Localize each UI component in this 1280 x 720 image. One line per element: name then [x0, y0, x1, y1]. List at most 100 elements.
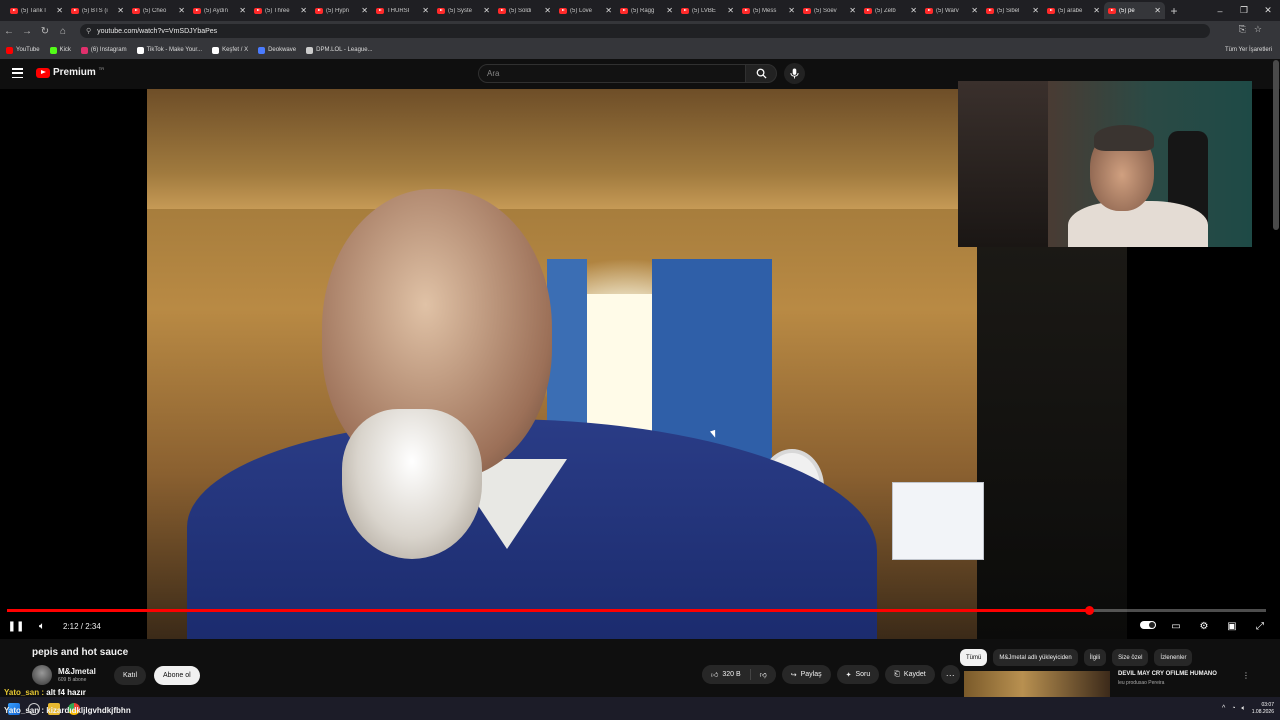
- browser-tab[interactable]: (5) Tank I ✕: [6, 2, 67, 19]
- recommended-title[interactable]: DEVIL MAY CRY OFILME HUMANO: [1118, 671, 1238, 677]
- more-actions-button[interactable]: ···: [940, 665, 960, 684]
- subscribe-button[interactable]: Abone ol: [154, 665, 200, 685]
- tab-close-icon[interactable]: ✕: [544, 6, 551, 15]
- video-player[interactable]: ❚❚ 🔈︎ 2:12 / 2:34 ▭ ⚙ ▣ ⤢: [0, 81, 1280, 639]
- bookmark-favicon-icon: [80, 46, 88, 54]
- browser-tab[interactable]: (5) Warv ✕: [921, 2, 982, 19]
- bookmark-item[interactable]: Kick: [49, 46, 71, 54]
- new-tab-button[interactable]: +: [1165, 4, 1183, 18]
- recommended-thumbnail[interactable]: [964, 671, 1110, 697]
- browser-tab[interactable]: (5) Aydın ✕: [189, 2, 250, 19]
- browser-tab[interactable]: THURSI ✕: [372, 2, 433, 19]
- browser-tab[interactable]: (5) Zelb ✕: [860, 2, 921, 19]
- tab-close-icon[interactable]: ✕: [178, 6, 185, 15]
- volume-tray-icon[interactable]: 🔈︎: [1242, 705, 1246, 713]
- dislike-button[interactable]: 👎︎: [750, 665, 776, 684]
- browser-tab[interactable]: (5) Soldi ✕: [494, 2, 555, 19]
- browser-tab[interactable]: (5) pe ✕: [1104, 2, 1165, 19]
- channel-avatar[interactable]: [32, 665, 52, 685]
- bookmark-item[interactable]: Keşfet / X: [212, 46, 248, 54]
- bookmark-star-icon[interactable]: ☆: [1254, 24, 1262, 35]
- browser-tab[interactable]: (5) Mess ✕: [738, 2, 799, 19]
- url-input[interactable]: ⚲ youtube.com/watch?v=VmSDJYbaPes: [80, 24, 1210, 38]
- browser-tab[interactable]: (5) Three ✕: [250, 2, 311, 19]
- channel-name[interactable]: M&Jmetal: [58, 667, 110, 676]
- tab-close-icon[interactable]: ✕: [483, 6, 490, 15]
- back-icon[interactable]: ←: [0, 26, 18, 37]
- tab-close-icon[interactable]: ✕: [910, 6, 917, 15]
- like-button[interactable]: 👍︎ 320 B: [702, 665, 750, 684]
- kebab-menu-icon[interactable]: ⋮: [1242, 671, 1250, 697]
- tab-close-icon[interactable]: ✕: [971, 6, 978, 15]
- bookmark-item[interactable]: (6) Instagram: [80, 46, 127, 54]
- bookmark-item[interactable]: TikTok - Make Your...: [136, 46, 202, 54]
- home-icon[interactable]: ⌂: [54, 26, 72, 37]
- restore-button[interactable]: ❐: [1232, 5, 1256, 16]
- browser-tab[interactable]: (5) arabe ✕: [1043, 2, 1104, 19]
- clock[interactable]: 03:07 1.08.2026: [1252, 702, 1274, 716]
- browser-tab[interactable]: (5) Syste ✕: [433, 2, 494, 19]
- page-scrollbar[interactable]: [1273, 60, 1279, 230]
- tab-close-icon[interactable]: ✕: [300, 6, 307, 15]
- progress-bar[interactable]: [7, 606, 1266, 615]
- browser-tab[interactable]: (5) Soev ✕: [799, 2, 860, 19]
- browser-tab[interactable]: (5) LVBE ✕: [677, 2, 738, 19]
- site-info-icon[interactable]: ⚲: [86, 27, 91, 35]
- youtube-premium-logo[interactable]: Premium TR: [36, 66, 104, 78]
- tab-close-icon[interactable]: ✕: [1032, 6, 1039, 15]
- network-icon[interactable]: ◔: [1231, 705, 1235, 712]
- tab-close-icon[interactable]: ✕: [1093, 6, 1100, 15]
- ask-button[interactable]: ✦ Soru: [836, 665, 880, 684]
- bookmark-item[interactable]: YouTube: [6, 46, 40, 54]
- browser-tab[interactable]: (5) BTS (i ✕: [67, 2, 128, 19]
- hamburger-menu-icon[interactable]: [12, 68, 23, 78]
- join-button[interactable]: Katıl: [114, 665, 147, 685]
- share-button[interactable]: ↪ Paylaş: [781, 665, 831, 684]
- recommended-video[interactable]: DEVIL MAY CRY OFILME HUMANO leu produsao…: [964, 671, 1264, 697]
- install-icon[interactable]: ⎘: [1239, 24, 1246, 35]
- pause-icon[interactable]: ❚❚: [3, 621, 29, 632]
- bookmark-favicon-icon: [258, 46, 266, 54]
- bookmark-item[interactable]: DPM.LOL - League...: [306, 46, 373, 54]
- bookmark-favicon-icon: [212, 46, 220, 54]
- tab-close-icon[interactable]: ✕: [666, 6, 673, 15]
- search-button[interactable]: [745, 64, 777, 83]
- browser-tab[interactable]: (5) Sibel ✕: [982, 2, 1043, 19]
- autoplay-toggle[interactable]: [1136, 620, 1160, 632]
- tab-close-icon[interactable]: ✕: [788, 6, 795, 15]
- filter-chip[interactable]: M&Jmetal adlı yükleyiciden: [993, 649, 1078, 666]
- subtitles-icon[interactable]: ▭: [1164, 621, 1188, 632]
- browser-tab[interactable]: (5) Hypn ✕: [311, 2, 372, 19]
- tab-close-icon[interactable]: ✕: [117, 6, 124, 15]
- miniplayer-icon[interactable]: ▣: [1220, 621, 1244, 632]
- tab-close-icon[interactable]: ✕: [1154, 6, 1161, 15]
- filter-chip[interactable]: İlgili: [1083, 649, 1107, 666]
- tab-close-icon[interactable]: ✕: [56, 6, 63, 15]
- filter-chip[interactable]: Tümü: [960, 649, 988, 666]
- browser-tab[interactable]: (5) Love ✕: [555, 2, 616, 19]
- settings-gear-icon[interactable]: ⚙: [1192, 621, 1216, 632]
- voice-search-button[interactable]: [784, 63, 805, 84]
- forward-icon[interactable]: →: [18, 26, 36, 37]
- search-input[interactable]: Ara: [478, 64, 746, 83]
- tray-chevron-icon[interactable]: ^: [1222, 705, 1225, 712]
- filter-chip[interactable]: İzlenenler: [1154, 649, 1193, 666]
- tab-close-icon[interactable]: ✕: [605, 6, 612, 15]
- save-button[interactable]: ⎗ Kaydet: [885, 665, 935, 684]
- bookmark-item[interactable]: Deokwave: [258, 46, 296, 54]
- fullscreen-icon[interactable]: ⤢: [1248, 621, 1272, 632]
- tab-close-icon[interactable]: ✕: [361, 6, 368, 15]
- volume-icon[interactable]: 🔈︎: [29, 621, 55, 632]
- all-bookmarks-link[interactable]: Tüm Yer İşaretleri: [1225, 47, 1272, 53]
- tab-close-icon[interactable]: ✕: [239, 6, 246, 15]
- sparkle-icon: ✦: [845, 671, 852, 679]
- close-window-button[interactable]: ✕: [1256, 5, 1280, 16]
- browser-tab[interactable]: (5) Cheo ✕: [128, 2, 189, 19]
- tab-close-icon[interactable]: ✕: [727, 6, 734, 15]
- minimize-button[interactable]: –: [1208, 6, 1232, 16]
- tab-close-icon[interactable]: ✕: [422, 6, 429, 15]
- reload-icon[interactable]: ↻: [36, 26, 54, 37]
- tab-close-icon[interactable]: ✕: [849, 6, 856, 15]
- filter-chip[interactable]: Size özel: [1112, 649, 1149, 666]
- browser-tab[interactable]: (5) Ragg ✕: [616, 2, 677, 19]
